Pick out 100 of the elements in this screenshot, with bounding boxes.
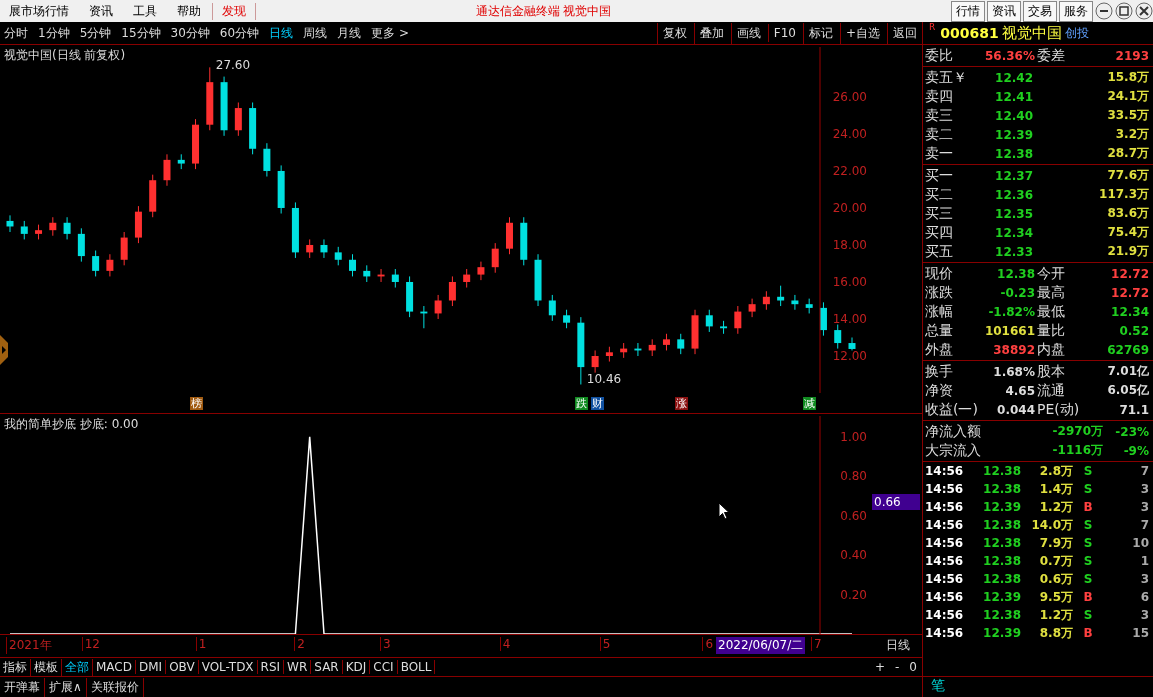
candlestick xyxy=(777,285,785,307)
signal-marker: 榜 xyxy=(189,397,203,410)
indicator-tab[interactable]: KDJ xyxy=(342,660,371,674)
candlestick xyxy=(277,164,285,214)
field-label: 股本 xyxy=(1037,362,1066,381)
indicator-tab[interactable]: 指标 xyxy=(0,658,31,676)
indicator-tab[interactable]: WR xyxy=(284,660,312,674)
menu-button[interactable]: 服务 xyxy=(1059,0,1093,22)
menu-item[interactable]: 帮助 xyxy=(168,2,210,20)
signal-marker: 财 xyxy=(590,397,604,410)
indicator-tab[interactable]: RSI xyxy=(257,660,285,674)
period-tab[interactable]: 30分钟 xyxy=(166,24,214,42)
indicator-tab[interactable]: SAR xyxy=(311,660,343,674)
candlestick xyxy=(177,153,185,170)
indicator-tab[interactable]: DMI xyxy=(136,660,167,674)
field-value: 1.68% xyxy=(992,364,1036,379)
order-price: 12.40 xyxy=(994,108,1034,123)
period-tab[interactable]: 更多 > xyxy=(367,24,413,42)
menu-item[interactable]: 工具 xyxy=(124,2,166,20)
date-label: 1 xyxy=(195,637,207,651)
field-value: 56.36% xyxy=(984,48,1036,63)
trade-side: S xyxy=(1082,554,1094,568)
period-tab[interactable]: 周线 xyxy=(299,24,332,42)
menu-item[interactable]: 发现 xyxy=(212,2,256,20)
candlestick xyxy=(634,342,642,357)
menu-item[interactable]: 资讯 xyxy=(80,2,122,20)
field-value: 6.05亿 xyxy=(1106,382,1150,399)
trade-time: 14:56 xyxy=(925,500,965,514)
indicator-tab[interactable]: OBV xyxy=(166,660,199,674)
axis-label: 24.00 xyxy=(832,126,867,141)
indicator-tab[interactable]: CCI xyxy=(370,660,398,674)
field-label: 外盘 xyxy=(925,340,954,359)
trade-side: B xyxy=(1082,500,1094,514)
rights-mark: R xyxy=(928,22,937,32)
period-tab[interactable]: 分时 xyxy=(0,24,32,42)
candlestick xyxy=(334,246,342,266)
period-tab[interactable]: 60分钟 xyxy=(215,24,264,42)
restore-icon[interactable] xyxy=(1115,2,1133,20)
field-value: 38892 xyxy=(992,342,1036,357)
candlestick xyxy=(791,294,799,311)
indicator-tab[interactable]: VOL-TDX xyxy=(198,660,258,674)
field-value: 62769 xyxy=(1106,342,1150,357)
candlestick xyxy=(563,309,571,329)
trade-count: 3 xyxy=(1139,608,1150,622)
field-label: 最高 xyxy=(1037,283,1066,302)
close-icon[interactable] xyxy=(1135,2,1153,20)
order-level-label: 买一 xyxy=(925,166,954,185)
order-level-label: 卖四 xyxy=(925,87,954,106)
collapse-handle-icon[interactable] xyxy=(0,335,8,365)
period-tab[interactable]: 5分钟 xyxy=(75,24,116,42)
axis-label: 16.00 xyxy=(832,275,867,289)
field-label: 委差 xyxy=(1037,46,1066,65)
candlestick xyxy=(6,214,14,233)
menu-button[interactable]: 资讯 xyxy=(987,0,1021,22)
trade-count: 6 xyxy=(1139,590,1150,604)
field-value: 12.72 xyxy=(1110,266,1150,281)
order-volume: 15.8万 xyxy=(1106,69,1150,86)
field-value: -0.23 xyxy=(999,285,1036,300)
field-label: 内盘 xyxy=(1037,340,1066,359)
order-level-label: 买二 xyxy=(925,185,954,204)
period-tab[interactable]: 月线 xyxy=(333,24,366,42)
candlestick xyxy=(591,349,599,374)
panel-tab[interactable]: 笔 xyxy=(923,677,953,693)
indicator-tab[interactable]: 全部 xyxy=(62,658,93,676)
candlestick xyxy=(363,264,371,283)
indicator-tab[interactable]: BOLL xyxy=(397,660,436,674)
trade-volume: 8.8万 xyxy=(1038,624,1074,642)
indicator-tab[interactable]: MACD xyxy=(93,660,136,674)
axis-label: 18.00 xyxy=(832,238,867,252)
field-value: 0.044 xyxy=(996,402,1036,417)
candlestick xyxy=(620,342,628,359)
field-label: 现价 xyxy=(925,264,954,283)
candlestick xyxy=(291,201,299,259)
period-tab[interactable]: 1分钟 xyxy=(34,24,74,42)
candlestick xyxy=(92,250,100,277)
window-title: 通达信金融终端 视觉中国 xyxy=(474,2,613,20)
stock-code: 000681 xyxy=(940,25,999,41)
date-label: 2 xyxy=(294,637,305,651)
order-volume: 77.6万 xyxy=(1106,167,1150,184)
order-level-label: 卖五￥ xyxy=(925,68,968,87)
indicator-tab[interactable]: 模板 xyxy=(31,658,62,676)
field-value: 7.01亿 xyxy=(1106,363,1150,380)
trade-price: 12.38 xyxy=(982,464,1022,478)
field-label: 涨跌 xyxy=(925,283,954,302)
order-price: 12.38 xyxy=(994,146,1034,161)
trade-count: 7 xyxy=(1139,518,1150,532)
axis-label: 26.00 xyxy=(832,89,867,104)
trade-price: 12.38 xyxy=(982,536,1022,550)
menu-item[interactable]: 展市场行情 xyxy=(0,2,78,20)
signal-marker: 减 xyxy=(803,397,817,410)
candlestick xyxy=(106,253,114,277)
minimize-icon[interactable] xyxy=(1095,2,1113,20)
period-tab[interactable]: 日线 xyxy=(265,24,298,42)
period-tab[interactable]: 15分钟 xyxy=(117,24,165,42)
candlestick xyxy=(691,309,699,355)
menu-button[interactable]: 交易 xyxy=(1023,0,1057,22)
menu-button[interactable]: 行情 xyxy=(951,0,985,22)
order-volume: 83.6万 xyxy=(1106,205,1150,222)
candlestick xyxy=(834,324,842,350)
trade-volume: 7.9万 xyxy=(1038,534,1074,552)
